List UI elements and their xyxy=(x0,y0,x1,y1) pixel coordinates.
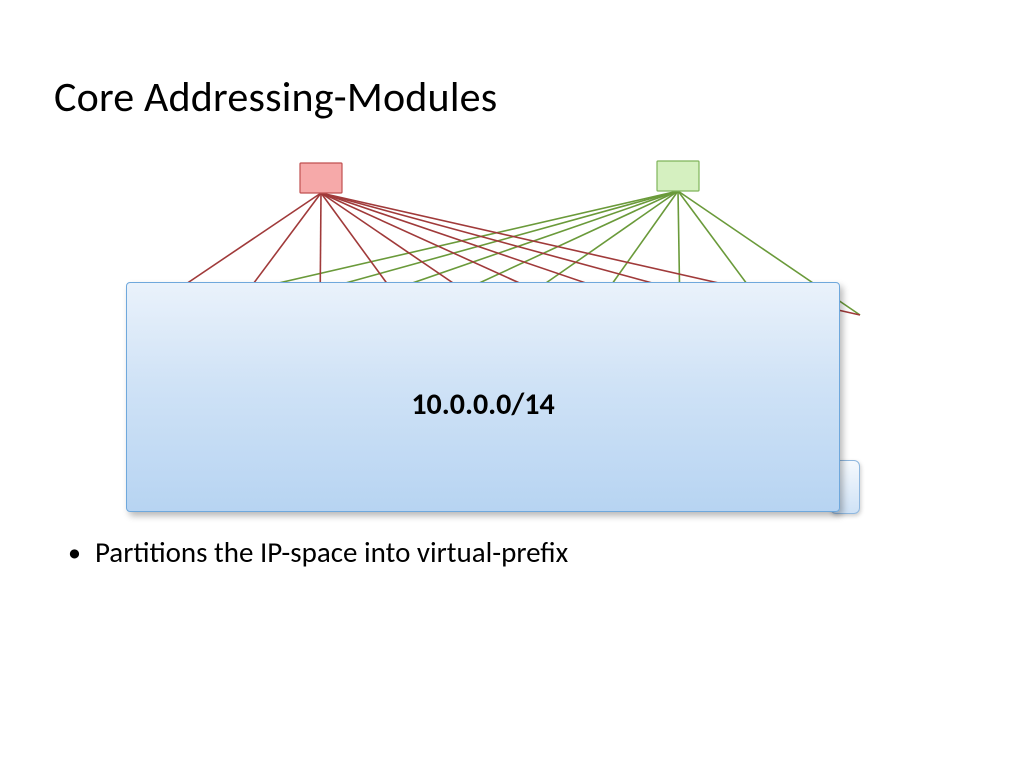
bullet-text: Partitions the IP-space into virtual-pre… xyxy=(95,534,568,570)
slide: Core Addressing-Modules 10.0.0.0/14 • Pa… xyxy=(0,0,1024,768)
cidr-block-box: 10.0.0.0/14 xyxy=(126,282,840,512)
cidr-label: 10.0.0.0/14 xyxy=(411,386,554,423)
green-source-node xyxy=(657,161,699,191)
bullet-item: • Partitions the IP-space into virtual-p… xyxy=(68,534,568,570)
red-source-node xyxy=(300,163,342,193)
slide-title: Core Addressing-Modules xyxy=(54,72,497,123)
bullet-marker: • xyxy=(68,538,81,567)
